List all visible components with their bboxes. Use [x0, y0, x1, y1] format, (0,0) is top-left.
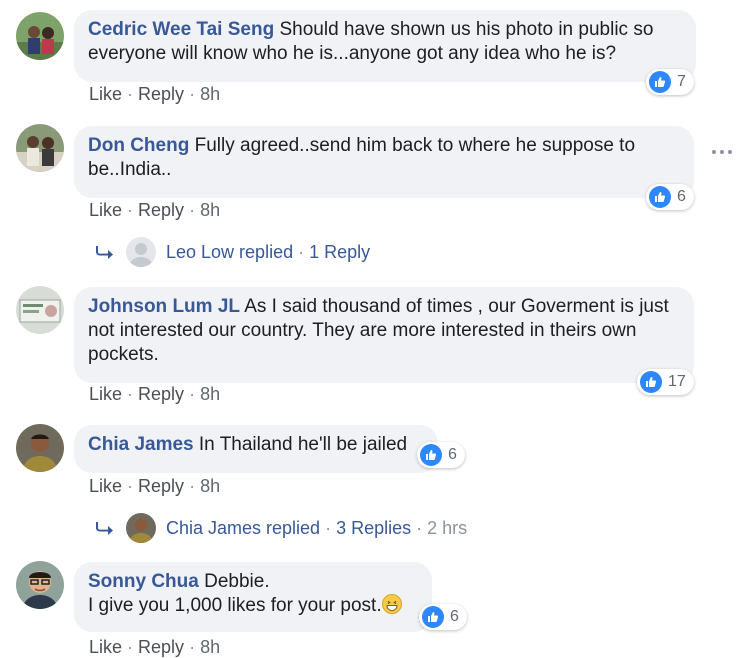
- comment-bubble: Sonny Chua Debbie. I give you 1,000 like…: [74, 562, 432, 632]
- thumbs-up-icon: [420, 444, 442, 466]
- comment-bubble: Cedric Wee Tai Seng Should have shown us…: [74, 10, 696, 82]
- replies-link[interactable]: Leo Low replied · 1 Reply: [96, 237, 370, 267]
- replies-name[interactable]: Chia James replied: [166, 518, 320, 539]
- comment-actions: Like · Reply · 8h: [89, 84, 221, 104]
- avatar[interactable]: [16, 561, 64, 609]
- reaction-count-text: 6: [677, 188, 686, 205]
- reaction-count-text: 6: [450, 608, 459, 625]
- thumbs-up-icon: [422, 606, 444, 628]
- more-options-icon[interactable]: [712, 150, 732, 154]
- comment-author[interactable]: Don Cheng: [88, 135, 189, 156]
- reaction-count[interactable]: 6: [417, 442, 465, 468]
- reply-link[interactable]: Reply: [138, 200, 184, 220]
- comment-actions: Like · Reply · 8h: [89, 200, 221, 220]
- thumbs-up-icon: [649, 71, 671, 93]
- avatar[interactable]: [16, 124, 64, 172]
- reaction-count-text: 17: [668, 373, 686, 390]
- comment-actions: Like · Reply · 8h: [89, 384, 221, 404]
- reply-arrow-icon: [96, 246, 113, 259]
- reaction-count[interactable]: 6: [419, 604, 467, 630]
- comment-text: Debbie.: [204, 571, 270, 592]
- like-link[interactable]: Like: [89, 637, 122, 657]
- reply-link[interactable]: Reply: [138, 637, 184, 657]
- replies-count[interactable]: 1 Reply: [309, 242, 370, 263]
- comment-time[interactable]: 8h: [200, 384, 220, 404]
- comment-time[interactable]: 8h: [200, 637, 220, 657]
- comment-text: In Thailand he'll be jailed: [198, 434, 408, 455]
- avatar[interactable]: [16, 286, 64, 334]
- reaction-count[interactable]: 7: [646, 69, 694, 95]
- avatar[interactable]: [16, 12, 64, 60]
- reply-link[interactable]: Reply: [138, 384, 184, 404]
- comment-author[interactable]: Cedric Wee Tai Seng: [88, 19, 274, 40]
- reply-link[interactable]: Reply: [138, 476, 184, 496]
- replies-time: 2 hrs: [427, 517, 468, 538]
- reply-arrow-icon: [96, 522, 113, 535]
- avatar: [126, 513, 156, 543]
- comment-time[interactable]: 8h: [200, 200, 220, 220]
- replies-name[interactable]: Leo Low replied: [166, 242, 293, 263]
- comment-bubble: Chia James In Thailand he'll be jailed: [74, 425, 438, 473]
- comment-bubble: Don Cheng Fully agreed..send him back to…: [74, 126, 694, 198]
- replies-count[interactable]: 3 Replies: [336, 518, 411, 539]
- replies-link[interactable]: Chia James replied · 3 Replies · 2 hrs: [96, 513, 467, 543]
- comment-author[interactable]: Sonny Chua: [88, 571, 199, 592]
- comment-time[interactable]: 8h: [200, 84, 220, 104]
- comment-actions: Like · Reply · 8h: [89, 476, 221, 496]
- like-link[interactable]: Like: [89, 384, 122, 404]
- reaction-count-text: 7: [677, 73, 686, 90]
- reaction-count[interactable]: 17: [637, 369, 694, 395]
- avatar[interactable]: [16, 424, 64, 472]
- comment-bubble: Johnson Lum JL As I said thousand of tim…: [74, 287, 694, 383]
- reaction-count[interactable]: 6: [646, 184, 694, 210]
- like-link[interactable]: Like: [89, 200, 122, 220]
- thumbs-up-icon: [640, 371, 662, 393]
- like-link[interactable]: Like: [89, 84, 122, 104]
- like-link[interactable]: Like: [89, 476, 122, 496]
- comment-author[interactable]: Chia James: [88, 434, 194, 455]
- reply-link[interactable]: Reply: [138, 84, 184, 104]
- reaction-count-text: 6: [448, 446, 457, 463]
- avatar: [126, 237, 156, 267]
- grinning-emoji-icon: [381, 594, 402, 614]
- comment-text-line-2: I give you 1,000 likes for your post.: [88, 595, 382, 616]
- comment-author[interactable]: Johnson Lum JL: [88, 296, 240, 317]
- comment-time[interactable]: 8h: [200, 476, 220, 496]
- thumbs-up-icon: [649, 186, 671, 208]
